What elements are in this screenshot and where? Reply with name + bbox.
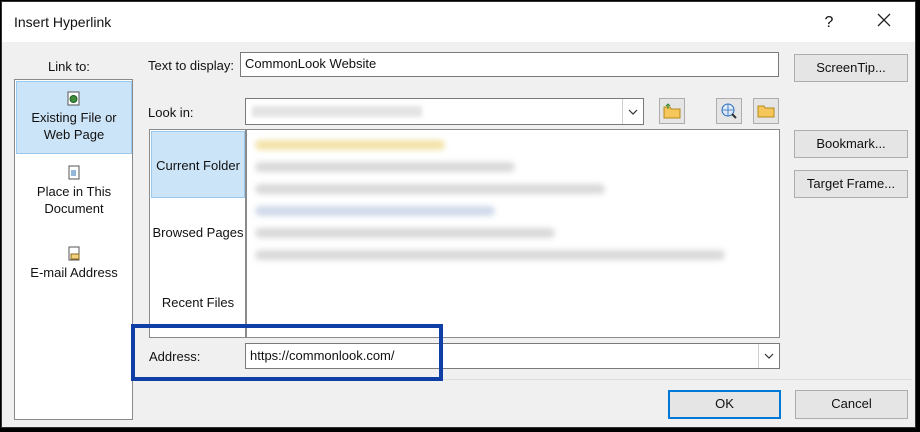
existing-file-line2: Web Page [43, 127, 105, 142]
link-to-label: Link to: [48, 59, 90, 74]
link-to-panel: Existing File or Web Page Place in This … [14, 79, 133, 420]
browse-tabs-panel: Current Folder Browsed Pages Recent File… [149, 129, 246, 338]
help-button[interactable]: ? [817, 10, 841, 36]
chevron-down-icon [764, 353, 774, 359]
title-bar: Insert Hyperlink ? [2, 2, 915, 42]
browse-web-button[interactable] [716, 98, 742, 124]
browse-file-button[interactable] [753, 98, 779, 124]
existing-file-icon [67, 91, 80, 106]
insert-hyperlink-dialog: Insert Hyperlink ? Link to: Existing Fil… [1, 1, 916, 428]
email-address-icon [68, 246, 80, 261]
dialog-title: Insert Hyperlink [14, 14, 112, 30]
look-in-label: Look in: [148, 105, 194, 120]
look-in-value-blurred [252, 106, 422, 117]
tab-recent-files[interactable]: Recent Files [151, 295, 245, 310]
file-list-row[interactable] [255, 184, 605, 194]
place-in-document-icon [68, 165, 80, 180]
existing-file-line1: Existing File or [31, 110, 117, 125]
file-list-row[interactable] [255, 162, 515, 172]
text-to-display-label: Text to display: [148, 58, 234, 73]
file-list[interactable] [246, 129, 780, 338]
bookmark-button[interactable]: Bookmark... [794, 130, 908, 158]
look-in-combobox[interactable] [245, 98, 644, 125]
up-folder-icon [663, 103, 681, 119]
up-folder-button[interactable] [659, 98, 685, 124]
text-to-display-input[interactable]: CommonLook Website [240, 52, 779, 77]
look-in-dropdown[interactable] [622, 99, 643, 124]
cancel-button[interactable]: Cancel [795, 390, 908, 419]
screentip-button[interactable]: ScreenTip... [794, 54, 908, 82]
browse-web-icon [721, 103, 737, 119]
tab-browsed-pages[interactable]: Browsed Pages [151, 225, 245, 240]
email-address-label: E-mail Address [30, 265, 118, 280]
file-list-row[interactable] [255, 206, 495, 216]
file-list-row[interactable] [255, 140, 445, 150]
place-in-document-line2: Document [44, 201, 104, 216]
ok-button[interactable]: OK [668, 390, 781, 419]
link-to-email-address[interactable]: E-mail Address [16, 246, 132, 288]
file-list-row[interactable] [255, 250, 725, 260]
file-list-row[interactable] [255, 228, 555, 238]
close-button[interactable] [871, 10, 897, 36]
link-to-existing-file[interactable]: Existing File or Web Page [16, 81, 132, 154]
address-highlight-box [131, 324, 443, 381]
chevron-down-icon [628, 109, 638, 115]
tab-current-folder[interactable]: Current Folder [151, 131, 245, 198]
address-dropdown[interactable] [758, 344, 779, 368]
target-frame-button[interactable]: Target Frame... [794, 170, 908, 198]
link-to-place-in-document[interactable]: Place in This Document [16, 165, 132, 227]
open-folder-icon [757, 105, 775, 118]
place-in-document-line1: Place in This [36, 184, 112, 199]
close-icon [877, 13, 891, 27]
